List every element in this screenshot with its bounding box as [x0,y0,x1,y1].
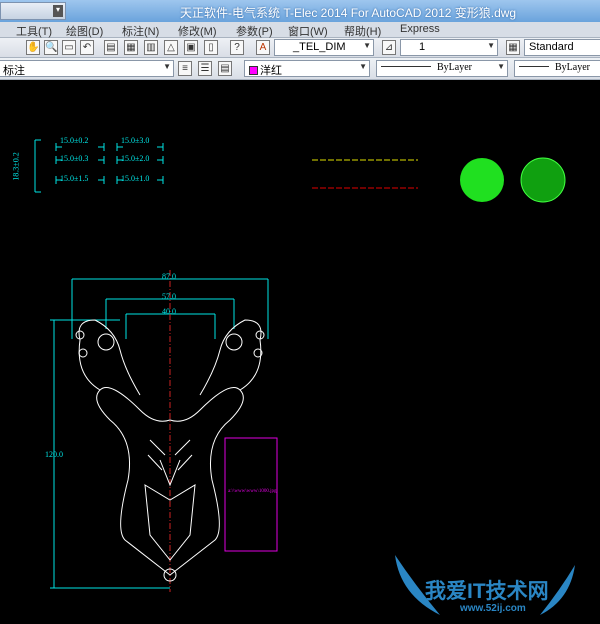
workspace-dropdown[interactable]: ▾ [0,2,66,20]
text-style-icon[interactable]: A [256,40,270,55]
drawing-geometry [34,139,566,592]
tablestyle-select[interactable]: Standard [524,39,600,56]
menu-modify[interactable]: 修改(M) [178,23,217,39]
pan-icon[interactable]: ✋ [26,40,40,55]
lineweight-value: ByLayer [555,62,590,73]
menu-draw[interactable]: 绘图(D) [66,23,103,39]
dim-mid-width: 57.0 [162,292,176,301]
layer-select[interactable]: 标注 ▼ [0,60,174,77]
watermark-logo: 我爱IT技术网 www.52ij.com [380,545,600,624]
tolerance-label: 15.0±1.0 [121,174,150,183]
chevron-down-icon: ▼ [487,41,495,50]
linetype-value: ByLayer [437,62,472,73]
menu-tools[interactable]: 工具(T) [16,23,52,39]
title-bar: ▾ 天正软件-电气系统 T-Elec 2014 For AutoCAD 2012… [0,0,600,22]
zoom-window-icon[interactable]: ▭ [62,40,76,55]
chevron-down-icon: ▼ [363,41,371,50]
scale-select[interactable]: 1 ▼ [400,39,498,56]
layer-manager-icon[interactable]: ≡ [178,61,192,76]
tolerance-label: 15.0±0.2 [60,136,89,145]
calculator-icon[interactable]: ▯ [204,40,218,55]
magenta-swatch [249,66,258,75]
properties-icon[interactable]: ▤ [104,40,118,55]
dim-overall-width: 87.0 [162,272,176,281]
design-center-icon[interactable]: ▦ [124,40,138,55]
layer-value: 标注 [3,65,25,77]
chevron-down-icon: ▼ [163,62,171,71]
standard-toolbar: ✋ 🔍 ▭ ↶ ▤ ▦ ▥ △ ▣ ▯ ? A _TEL_DIM ▼ ⊿ 1 ▼ ▦… [0,38,600,58]
dim-scale-icon[interactable]: ⊿ [382,40,396,55]
dim-height: 120.0 [45,450,63,459]
menu-dimension[interactable]: 标注(N) [122,23,159,39]
lineweight-select[interactable]: ByLayer [514,60,600,77]
menu-express[interactable]: Express [400,23,440,35]
watermark-url: www.52ij.com [460,603,526,614]
dimstyle-value: _TEL_DIM [293,41,346,53]
menu-parameters[interactable]: 参数(P) [236,23,273,39]
vertical-tolerance-label: 18.3±0.2 [11,152,21,181]
dim-inner-width: 40.0 [162,307,176,316]
dimstyle-select[interactable]: _TEL_DIM ▼ [274,39,374,56]
zoom-realtime-icon[interactable]: 🔍 [44,40,58,55]
tolerance-label: 15.0±2.0 [121,154,150,163]
color-value: 洋红 [260,65,282,77]
help-icon[interactable]: ? [230,40,244,55]
scale-value: 1 [419,41,426,53]
tolerance-label: 15.0±3.0 [121,136,150,145]
sheet-set-icon[interactable]: △ [164,40,178,55]
properties-toolbar: 标注 ▼ ≡ ☰ ▤ 洋红 ▼ ByLayer ▼ ByLayer [0,58,600,80]
chevron-down-icon: ▼ [359,62,367,71]
zoom-previous-icon[interactable]: ↶ [80,40,94,55]
window-title: 天正软件-电气系统 T-Elec 2014 For AutoCAD 2012 变… [180,6,517,20]
watermark-name: 我爱IT技术网 [425,580,549,603]
layer-previous-icon[interactable]: ☰ [198,61,212,76]
chevron-down-icon: ▼ [497,62,505,71]
layer-states-icon[interactable]: ▤ [218,61,232,76]
tool-palettes-icon[interactable]: ▥ [144,40,158,55]
tolerance-label: 15.0±1.5 [60,174,89,183]
markup-icon[interactable]: ▣ [184,40,198,55]
drawing-canvas[interactable]: 15.0±0.2 15.0±3.0 15.0±0.3 15.0±2.0 15.0… [0,80,600,624]
menu-bar: 工具(T) 绘图(D) 标注(N) 修改(M) 参数(P) 窗口(W) 帮助(H… [0,22,600,38]
menu-help[interactable]: 帮助(H) [344,23,381,39]
image-path-text: a:\\www\www\1000.jpg [228,489,277,494]
color-select[interactable]: 洋红 ▼ [244,60,370,77]
menu-window[interactable]: 窗口(W) [288,23,328,39]
chevron-down-icon: ▾ [53,5,63,17]
linetype-select[interactable]: ByLayer ▼ [376,60,508,77]
table-style-icon[interactable]: ▦ [506,40,520,55]
tolerance-label: 15.0±0.3 [60,154,89,163]
tablestyle-value: Standard [529,41,574,53]
